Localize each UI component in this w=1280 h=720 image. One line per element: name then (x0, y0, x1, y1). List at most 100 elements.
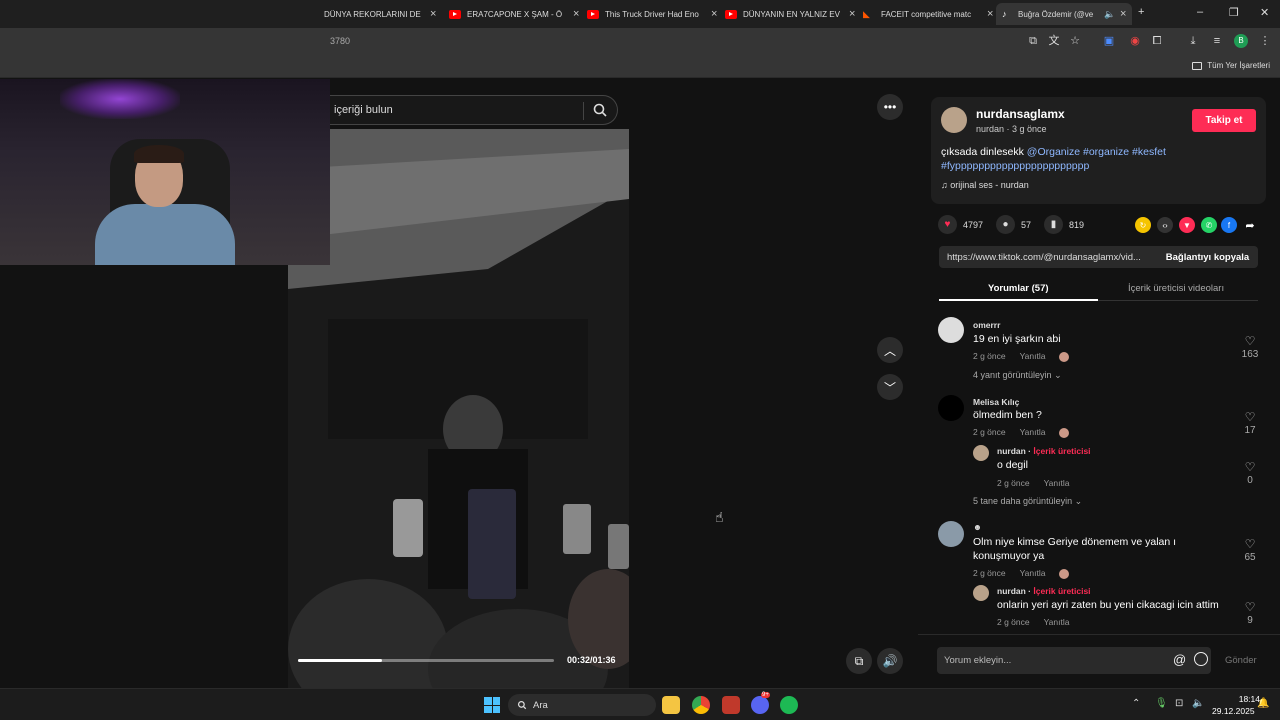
translate-icon[interactable]: 文 (1047, 34, 1061, 48)
extension-icon[interactable]: ◉ (1128, 34, 1142, 48)
all-bookmarks-button[interactable]: Tüm Yer İşaretleri (1192, 61, 1270, 70)
browser-tab-1[interactable]: DÜNYA REKORLARINI DE × (318, 3, 442, 25)
close-icon[interactable]: × (849, 8, 855, 20)
browser-tab-2[interactable]: ERA7CAPONE X ŞAM - Ö × (443, 3, 585, 25)
minimize-button[interactable]: – (1197, 6, 1203, 18)
reply-button[interactable]: Yanıtla (1020, 568, 1046, 578)
post-comment-button[interactable]: Gönder (1225, 655, 1257, 666)
comment-username[interactable]: Melisa Kılıç (973, 397, 1019, 407)
discord-icon[interactable]: 9+ (751, 692, 770, 714)
copy-link-button[interactable]: Bağlantıyı kopyala (1157, 246, 1258, 268)
embed-icon[interactable]: ‹› (1157, 217, 1173, 233)
browser-tab-3[interactable]: This Truck Driver Had Eno × (581, 3, 723, 25)
reply-like-button[interactable]: ♡ 9 (1238, 601, 1262, 626)
commenter-avatar[interactable] (938, 395, 964, 421)
speaker-icon[interactable]: 🔈 (1104, 9, 1115, 19)
view-replies-button[interactable]: 4 yanıt görüntüleyin ⌄ (973, 370, 1062, 381)
close-icon[interactable]: × (573, 8, 579, 20)
author-avatar[interactable] (941, 107, 967, 133)
follow-button[interactable]: Takip et (1192, 109, 1256, 132)
search-icon (517, 700, 527, 710)
video-progress-bar[interactable] (298, 659, 554, 662)
comment-username[interactable]: ☻ (973, 522, 982, 532)
comment-input[interactable] (937, 647, 1211, 674)
more-options-button[interactable]: ••• (877, 94, 903, 120)
browser-tab-4[interactable]: DÜNYANIN EN YALNIZ EV × (719, 3, 861, 25)
view-more-replies-button[interactable]: 5 tane daha görüntüleyin ⌄ (973, 496, 1082, 507)
comment-like-button[interactable]: ♡ 65 (1238, 538, 1262, 563)
sound-link[interactable]: ♫ orijinal ses - nurdan (941, 180, 1029, 190)
previous-video-button[interactable]: ︿ (877, 337, 903, 363)
volume-button[interactable]: 🔊 (877, 648, 903, 674)
search-icon[interactable] (592, 102, 608, 118)
video-player[interactable]: 00:32/01:36 (288, 129, 629, 688)
menu-icon[interactable]: ⋮ (1258, 34, 1272, 48)
chevron-up-icon[interactable]: ⌃ (1132, 698, 1140, 709)
commenter-avatar[interactable] (938, 317, 964, 343)
profile-avatar[interactable]: B (1234, 34, 1248, 48)
close-icon[interactable]: × (1120, 8, 1126, 20)
share-icon[interactable]: ➦ (1242, 217, 1258, 233)
browser-tab-active[interactable]: ♪ Buğra Özdemir (@ve 🔈 × (996, 3, 1133, 25)
next-video-button[interactable]: ﹀ (877, 374, 903, 400)
app-icon[interactable] (722, 696, 740, 714)
reply-button[interactable]: Yanıtla (1020, 351, 1046, 361)
whatsapp-icon[interactable]: ✆ (1201, 217, 1217, 233)
url-text[interactable]: 3780 (330, 36, 350, 46)
extension-icon[interactable]: ▣ (1102, 34, 1116, 48)
like-button[interactable]: ♥ 4797 (938, 215, 983, 234)
close-icon[interactable]: × (430, 8, 436, 20)
window-close-button[interactable]: ✕ (1260, 6, 1269, 19)
creator-reply-avatar[interactable] (973, 445, 989, 461)
tab-comments[interactable]: Yorumlar (57) (988, 283, 1049, 294)
commenter-avatar[interactable] (938, 521, 964, 547)
browser-tab-5[interactable]: ◣ FACEIT competitive matc × (857, 3, 999, 25)
reply-button[interactable]: Yanıtla (1020, 427, 1046, 437)
comment-like-button[interactable]: ♡ 163 (1238, 335, 1262, 360)
send-icon[interactable]: ▼ (1179, 217, 1195, 233)
spotify-icon[interactable] (780, 696, 798, 714)
floating-player-button[interactable]: ⧉ (846, 648, 872, 674)
media-control-icon[interactable]: ≡ (1210, 34, 1224, 48)
clock-date[interactable]: 29.12.2025 (1212, 706, 1255, 716)
taskbar-search[interactable]: Ara (508, 694, 656, 716)
tab-creator-videos[interactable]: İçerik üreticisi videoları (1128, 283, 1224, 294)
comment-like-button[interactable]: ♡ 17 (1238, 411, 1262, 436)
save-button[interactable]: ▮ 819 (1044, 215, 1084, 234)
download-icon[interactable]: ⤓ (1186, 34, 1200, 48)
mention-icon[interactable]: @ (1173, 652, 1186, 667)
volume-icon[interactable]: 🔈 (1192, 698, 1204, 709)
reply-button[interactable]: Yanıtla (1044, 617, 1070, 627)
maximize-button[interactable]: ❐ (1229, 6, 1239, 19)
tab-title: FACEIT competitive matc (881, 9, 972, 19)
search-bar[interactable]: içeriği bulun (330, 95, 618, 125)
close-icon[interactable]: × (987, 8, 993, 20)
chrome-icon[interactable] (692, 696, 710, 714)
reply-username[interactable]: nurdan · İçerik üreticisi (997, 586, 1091, 596)
facebook-icon[interactable]: f (1221, 217, 1237, 233)
reply-username[interactable]: nurdan · İçerik üreticisi (997, 446, 1091, 456)
repost-icon[interactable]: ↻ (1135, 217, 1151, 233)
file-explorer-icon[interactable] (662, 696, 680, 714)
cast-icon[interactable]: ⧉ (1026, 34, 1040, 48)
emoji-icon[interactable] (1194, 652, 1208, 666)
creator-reply-avatar[interactable] (973, 585, 989, 601)
reply-like-button[interactable]: ♡ 0 (1238, 461, 1262, 486)
comment-username[interactable]: omerrr (973, 320, 1000, 330)
search-input[interactable]: içeriği bulun (334, 104, 393, 116)
network-icon[interactable]: ⊡ (1175, 698, 1183, 709)
reply-button[interactable]: Yanıtla (1044, 478, 1070, 488)
microphone-icon[interactable]: 🎙 (1155, 698, 1168, 709)
share-url[interactable]: https://www.tiktok.com/@nurdansaglamx/vi… (947, 252, 1147, 263)
notification-icon[interactable]: 🔔 (1257, 698, 1269, 709)
new-tab-button[interactable]: + (1138, 6, 1144, 18)
comment-button[interactable]: ● 57 (996, 215, 1031, 234)
clock-time[interactable]: 18:14 (1222, 694, 1260, 704)
close-icon[interactable]: × (711, 8, 717, 20)
author-username[interactable]: nurdansaglamx (976, 107, 1065, 121)
puzzle-icon[interactable]: ⧠ (1150, 34, 1164, 48)
neon-light (60, 79, 180, 119)
bookmark-star-icon[interactable]: ☆ (1068, 34, 1082, 48)
heart-icon: ♥ (938, 215, 957, 234)
windows-start-button[interactable] (484, 697, 500, 713)
